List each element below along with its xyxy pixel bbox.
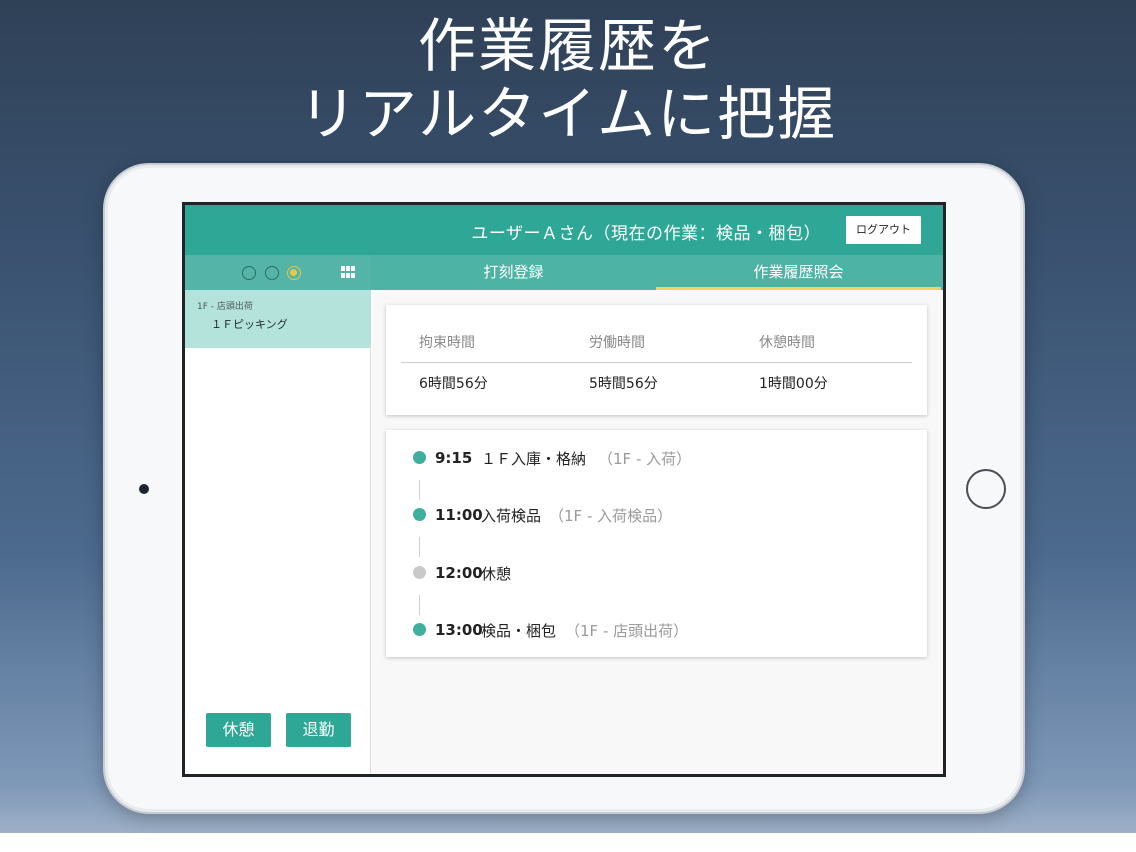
summary-divider xyxy=(401,362,912,363)
timeline-task: 検品・梱包 xyxy=(481,622,557,640)
timeline-bullet-icon xyxy=(413,508,426,521)
work-history-timeline: 9:15 １Ｆ入庫・格納 （1F - 入荷） 11:00 入荷検品 （1F - … xyxy=(386,430,927,657)
headline-line-2: リアルタイムに把握 xyxy=(298,80,838,148)
sidebar-item-label: １Ｆピッキング xyxy=(211,318,288,331)
timeline-task: 入荷検品 xyxy=(481,507,542,525)
timeline-time: 11:00 xyxy=(435,506,483,524)
timeline-time: 13:00 xyxy=(435,621,483,639)
timeline-task: １Ｆ入庫・格納 xyxy=(481,450,587,468)
timeline-location: （1F - 入荷） xyxy=(598,450,692,468)
summary-value: 6時間56分 xyxy=(419,376,488,392)
timeline-connector xyxy=(419,595,420,615)
break-button[interactable]: 休憩 xyxy=(206,713,271,747)
grid-view-icon[interactable] xyxy=(341,266,355,278)
user-status: ユーザーＡさん（現在の作業：検品・梱包） xyxy=(471,224,821,244)
app-screen: ユーザーＡさん（現在の作業：検品・梱包） ログアウト 打刻登録 作業履歴照会 1… xyxy=(182,202,946,777)
headline-line-1: 作業履歴を xyxy=(417,12,718,80)
main-content: 拘束時間 6時間56分 労働時間 5時間56分 休憩時間 1時間00分 9:15… xyxy=(372,290,943,774)
summary-label: 休憩時間 xyxy=(759,335,815,351)
timeline-connector xyxy=(419,537,420,557)
timeline-bullet-icon xyxy=(413,451,426,464)
time-summary-card: 拘束時間 6時間56分 労働時間 5時間56分 休憩時間 1時間00分 xyxy=(386,305,927,415)
clock-out-button[interactable]: 退勤 xyxy=(286,713,351,747)
timeline-time: 9:15 xyxy=(435,449,473,467)
timeline-bullet-icon xyxy=(413,566,426,579)
timeline-task: 休憩 xyxy=(481,565,512,583)
timeline-connector xyxy=(419,480,420,500)
tab-clock-in[interactable]: 打刻登録 xyxy=(371,255,656,290)
page-dot-1-icon[interactable] xyxy=(242,266,256,280)
timeline-location: （1F - 店頭出荷） xyxy=(565,622,689,640)
summary-label: 労働時間 xyxy=(589,335,645,351)
sidebar-toolbar xyxy=(185,255,371,290)
summary-value: 5時間56分 xyxy=(589,376,658,392)
page-dot-3-active-icon[interactable] xyxy=(287,266,301,280)
timeline-location: （1F - 入荷検品） xyxy=(549,507,673,525)
sidebar-item-picking[interactable]: 1F - 店頭出荷 １Ｆピッキング xyxy=(185,290,371,348)
camera-icon xyxy=(139,484,149,494)
page-dot-2-icon[interactable] xyxy=(265,266,279,280)
summary-value: 1時間00分 xyxy=(759,376,828,392)
logout-button[interactable]: ログアウト xyxy=(846,216,921,244)
app-header: ユーザーＡさん（現在の作業：検品・梱包） ログアウト xyxy=(185,205,943,255)
summary-label: 拘束時間 xyxy=(419,335,475,351)
bottom-strip xyxy=(0,833,1136,852)
sidebar-item-location: 1F - 店頭出荷 xyxy=(197,302,253,312)
tab-work-history[interactable]: 作業履歴照会 xyxy=(656,255,941,290)
sidebar: 1F - 店頭出荷 １Ｆピッキング 休憩 退勤 xyxy=(185,290,371,774)
timeline-time: 12:00 xyxy=(435,564,483,582)
subheader-bar: 打刻登録 作業履歴照会 xyxy=(185,255,943,290)
timeline-bullet-icon xyxy=(413,623,426,636)
home-button xyxy=(966,469,1006,509)
